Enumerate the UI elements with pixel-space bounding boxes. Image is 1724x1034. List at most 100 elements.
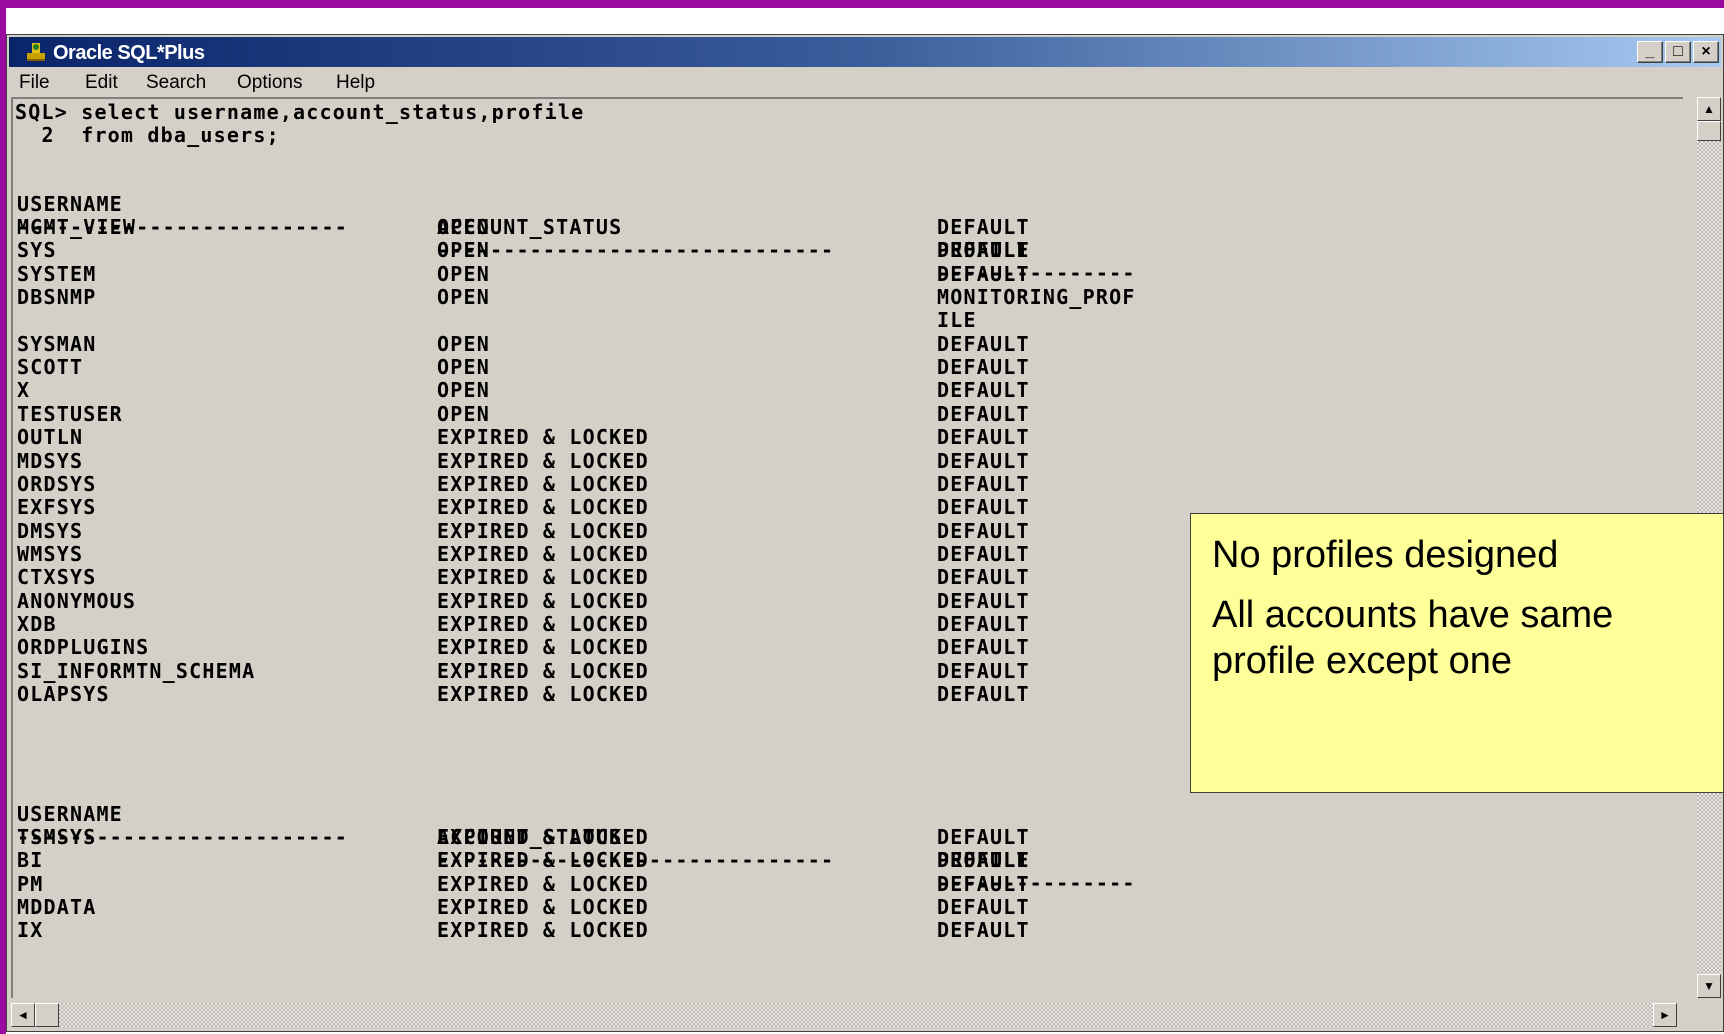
cell-username: SYSTEM [17, 261, 97, 286]
scroll-down-icon[interactable]: ▼ [1697, 974, 1721, 998]
cell-account-status: EXPIRED & LOCKED [437, 541, 649, 566]
cell-profile: DEFAULT [937, 682, 1030, 706]
menu-edit[interactable]: Edit [85, 72, 118, 94]
cell-account-status: EXPIRED & LOCKED [437, 848, 649, 873]
cell-account-status: EXPIRED & LOCKED [437, 518, 649, 543]
cell-profile: DEFAULT [937, 611, 1030, 636]
table-row: X OPEN DEFAULT [15, 379, 1415, 402]
cell-profile: DEFAULT [937, 378, 1030, 403]
cell-username: ORDPLUGINS [17, 635, 150, 660]
cell-username: SYSMAN [17, 331, 97, 356]
cell-username: TSMSYS [17, 825, 97, 849]
cell-account-status: EXPIRED & LOCKED [437, 611, 649, 636]
cell-username: CTXSYS [17, 565, 97, 590]
menu-help[interactable]: Help [336, 72, 375, 94]
cell-profile: DEFAULT [937, 331, 1030, 356]
cell-account-status: OPEN [437, 238, 490, 263]
vertical-scroll-thumb[interactable] [1697, 121, 1721, 141]
window-title: Oracle SQL*Plus [53, 42, 205, 64]
sql-prompt-line: 2 from dba_users; [15, 123, 280, 147]
cell-username: X [17, 378, 31, 403]
cell-account-status: OPEN [437, 401, 490, 426]
cell-username: SI_INFORMTN_SCHEMA [17, 658, 256, 683]
cell-account-status: EXPIRED & LOCKED [437, 471, 649, 496]
scroll-up-icon[interactable]: ▲ [1697, 97, 1721, 121]
menu-options[interactable]: Options [237, 72, 302, 94]
minimize-button[interactable]: _ [1637, 41, 1663, 63]
cell-profile: DEFAULT [937, 471, 1030, 496]
cell-profile: ILE [937, 308, 977, 333]
table-row: DBSNMP OPEN MONITORING_PROF [15, 286, 1415, 309]
column-header-row: USERNAME ACCOUNT_STATUS PROFILE [15, 170, 1415, 262]
cell-username: MGMT_VIEW [17, 215, 137, 239]
table-row: SCOTT OPEN DEFAULT [15, 356, 1415, 379]
cell-account-status: OPEN [437, 355, 490, 380]
scroll-right-icon[interactable]: ► [1653, 1003, 1677, 1027]
maximize-button[interactable]: □ [1665, 41, 1691, 63]
cell-profile: DEFAULT [937, 355, 1030, 380]
annotation-callout: No profiles designed All accounts have s… [1190, 513, 1724, 793]
separator-row: ------------------------- --------------… [15, 193, 1415, 285]
table-row: OUTLN EXPIRED & LOCKED DEFAULT [15, 426, 1415, 449]
table-row: MDDATA EXPIRED & LOCKED DEFAULT [15, 896, 1415, 919]
cell-username: SCOTT [17, 355, 84, 380]
cell-account-status: EXPIRED & LOCKED [437, 918, 649, 943]
cell-profile: DEFAULT [937, 518, 1030, 543]
cell-profile: DEFAULT [937, 825, 1030, 849]
cell-username: ORDSYS [17, 471, 97, 496]
callout-line-1: No profiles designed [1212, 534, 1559, 576]
cell-account-status: OPEN [437, 285, 490, 310]
cell-profile: DEFAULT [937, 238, 1030, 263]
cell-profile: MONITORING_PROF [937, 285, 1136, 310]
cell-account-status: EXPIRED & LOCKED [437, 425, 649, 450]
cell-profile: DEFAULT [937, 425, 1030, 450]
callout-line-2: All accounts have same profile except on… [1212, 594, 1614, 682]
close-button[interactable]: × [1693, 41, 1719, 63]
cell-profile: DEFAULT [937, 895, 1030, 920]
cell-account-status: EXPIRED & LOCKED [437, 871, 649, 896]
scroll-left-icon[interactable]: ◄ [11, 1003, 35, 1027]
cell-account-status: EXPIRED & LOCKED [437, 635, 649, 660]
table-row: TESTUSER OPEN DEFAULT [15, 401, 1415, 426]
sql-prompt-line: SQL> select username,account_status,prof… [15, 100, 585, 124]
cell-account-status: EXPIRED & LOCKED [437, 682, 649, 706]
cell-profile: DEFAULT [937, 588, 1030, 613]
cell-username: MDDATA [17, 895, 97, 920]
cell-profile: DEFAULT [937, 871, 1030, 896]
cell-profile: DEFAULT [937, 495, 1030, 520]
title-bar[interactable]: Oracle SQL*Plus _ □ × [9, 37, 1721, 67]
cell-account-status: OPEN [437, 331, 490, 356]
horizontal-scroll-thumb[interactable] [35, 1003, 59, 1027]
cell-username: DMSYS [17, 518, 84, 543]
cell-profile: DEFAULT [937, 541, 1030, 566]
cell-username: DBSNMP [17, 285, 97, 310]
table-row: ILE [15, 309, 1415, 332]
cell-profile: DEFAULT [937, 448, 1030, 473]
cell-account-status: OPEN [437, 261, 490, 286]
cell-username: MDSYS [17, 448, 84, 473]
cell-account-status: EXPIRED & LOCKED [437, 658, 649, 683]
horizontal-scrollbar[interactable]: ◄ ► [11, 1003, 1677, 1027]
cell-username: TESTUSER [17, 401, 123, 426]
table-row: SYSMAN OPEN DEFAULT [15, 331, 1415, 356]
cell-profile: DEFAULT [937, 565, 1030, 590]
cell-username: OLAPSYS [17, 682, 110, 706]
cell-username: ANONYMOUS [17, 588, 137, 613]
cell-profile: DEFAULT [937, 848, 1030, 873]
cell-username: WMSYS [17, 541, 84, 566]
cell-username: IX [17, 918, 44, 943]
cell-account-status: OPEN [437, 215, 490, 239]
cell-profile: DEFAULT [937, 635, 1030, 660]
table-row: ORDSYS EXPIRED & LOCKED DEFAULT [15, 471, 1415, 496]
cell-profile: DEFAULT [937, 261, 1030, 286]
separator-row: ------------------------- --------------… [15, 803, 1415, 895]
table-row: SYSTEM OPEN DEFAULT [15, 261, 1415, 286]
menu-search[interactable]: Search [146, 72, 206, 94]
table-row: MGMT_VIEW OPEN DEFAULT [15, 216, 1415, 239]
cell-username: OUTLN [17, 425, 84, 450]
table-row: BI EXPIRED & LOCKED DEFAULT [15, 849, 1415, 872]
menu-file[interactable]: File [19, 72, 50, 94]
cell-account-status: EXPIRED & LOCKED [437, 825, 649, 849]
oracle-sqlplus-icon [27, 43, 45, 61]
table-row: MDSYS EXPIRED & LOCKED DEFAULT [15, 448, 1415, 473]
